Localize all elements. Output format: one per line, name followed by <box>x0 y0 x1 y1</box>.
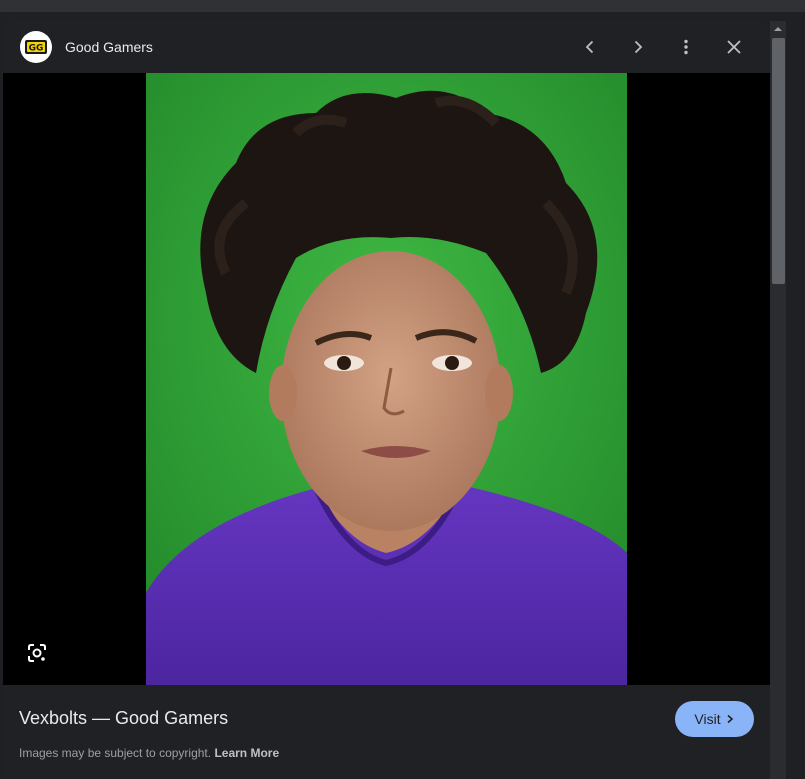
site-name[interactable]: Good Gamers <box>65 38 153 56</box>
more-vert-icon <box>684 39 688 55</box>
logo-lettering: GG <box>29 44 44 54</box>
copyright-notice: Images may be subject to copyright. Lear… <box>19 745 279 761</box>
image-title[interactable]: Vexbolts — Good Gamers <box>19 707 228 729</box>
previous-button[interactable] <box>576 33 604 61</box>
viewer-header: GG Good Gamers <box>3 21 770 73</box>
gg-logo-icon: GG <box>25 40 47 54</box>
lens-search-button[interactable] <box>23 639 51 667</box>
scroll-up-arrow-icon[interactable] <box>773 24 783 34</box>
photo[interactable] <box>146 73 627 685</box>
copyright-text: Images may be subject to copyright. <box>19 746 212 760</box>
site-logo[interactable]: GG <box>20 31 52 63</box>
close-button[interactable] <box>720 33 748 61</box>
lens-search-icon <box>28 644 46 662</box>
chevron-left-icon <box>585 40 594 54</box>
scrollbar-thumb[interactable] <box>772 38 785 284</box>
top-strip <box>0 0 805 12</box>
close-icon <box>727 40 741 54</box>
visit-label: Visit <box>694 711 721 727</box>
chevron-right-icon <box>634 40 643 54</box>
next-button[interactable] <box>624 33 652 61</box>
portrait-image <box>146 73 627 685</box>
learn-more-link[interactable]: Learn More <box>214 746 279 760</box>
image-viewer-panel: GG Good Gamers Vexbolts — Good Gamers Vi… <box>3 21 770 779</box>
chevron-right-icon <box>727 714 733 724</box>
visit-button[interactable]: Visit <box>675 701 754 737</box>
more-options-button[interactable] <box>672 33 700 61</box>
image-preview[interactable] <box>3 73 770 685</box>
